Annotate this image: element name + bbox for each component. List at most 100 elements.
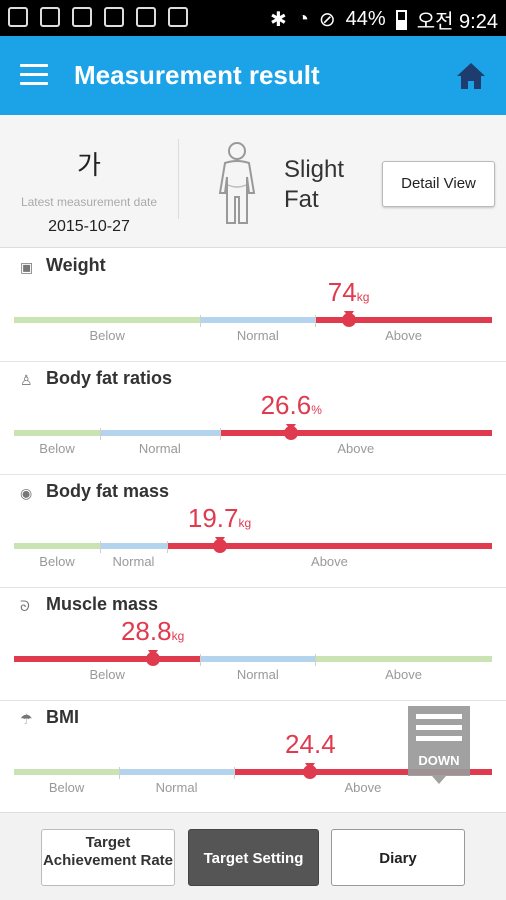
metric-value-unit: kg [356,290,370,304]
metric-title: Muscle mass [46,594,159,614]
body-figure-icon [212,141,262,225]
body-fat-mass-icon: ◉ [20,485,33,501]
scale-segment-below [14,543,101,549]
summary-divider [178,139,179,219]
scale-icon: ▣ [20,259,34,275]
scale-label-normal: Normal [236,667,279,682]
scale-divider [315,654,317,666]
metric-value: 24.4 [285,729,336,760]
scale-label-above: Above [311,554,348,569]
scale-label-above: Above [385,328,422,343]
bmi-icon: ☂ [20,711,33,727]
target-setting-button[interactable]: Target Setting [188,829,319,886]
metric-title: BMI [46,707,79,727]
scale-label-normal: Normal [236,328,279,343]
scale-segment-above [315,656,492,662]
list-down-icon [416,714,462,747]
metric-value-unit: kg [171,629,185,643]
scale-label-normal: Normal [155,780,198,795]
scale-label-below: Below [39,554,75,569]
scale-segment-normal [100,430,220,436]
sim-icon [104,7,124,27]
scale-divider [200,315,202,327]
status-bar: ✱ ◔ ⊘ 44% 오전 9:24 [0,0,506,36]
muscle-icon: ᘐ [20,598,30,614]
metric-title: Body fat mass [46,481,170,501]
metric-value-number: 26.6 [260,390,312,420]
scroll-down-button[interactable]: DOWN [408,706,470,784]
photo-icon [40,7,60,27]
scale-label-above: Above [337,441,375,456]
scale-segment-above [219,430,492,436]
target-achievement-rate-button[interactable]: Target Achievement Rate [41,829,175,886]
scale-divider [233,767,235,779]
scale-divider [166,541,168,553]
scale-segment-below [14,656,201,662]
scale-divider [119,767,121,779]
scale-label-above: Above [385,667,422,682]
metric-value-number: 24.4 [285,729,336,759]
metric-scale-bar [14,543,492,549]
metric-row[interactable]: ♙ Body fat ratios Below Normal Above 26.6% [0,362,506,475]
scale-segment-normal [100,543,167,549]
metric-pointer [343,311,354,318]
down-label: DOWN [418,753,460,768]
scale-segment-below [14,430,101,436]
metric-value-unit: % [311,403,322,417]
metric-value-number: 74 [327,277,357,307]
scale-divider [100,428,102,440]
metric-title: Weight [46,255,106,275]
home-icon[interactable] [456,62,486,90]
diary-button[interactable]: Diary [331,829,465,886]
scale-segment-below [14,769,120,775]
scale-label-below: Below [89,667,125,682]
metric-value: 19.7kg [188,503,251,534]
metric-pointer [214,537,225,544]
scale-segment-below [14,317,201,323]
scale-divider [100,541,102,553]
metric-value-unit: kg [238,516,252,530]
hamburger-menu-icon[interactable] [20,64,48,86]
mail-icon [72,7,92,27]
metric-scale-bar [14,656,492,662]
gallery-icon [136,7,156,27]
metric-scale-bar [14,317,492,323]
clock: 오전 9:24 [416,11,498,33]
scale-segment-normal [119,769,234,775]
scale-divider [200,654,202,666]
do-not-disturb-icon: ⊘ [318,9,336,31]
metric-row[interactable]: ᘐ Muscle mass Below Normal Above 28.8kg [0,588,506,701]
metric-title: Body fat ratios [46,368,173,388]
detail-view-button[interactable]: Detail View [382,161,495,207]
metric-pointer [305,763,316,770]
metric-value-number: 28.8 [120,616,172,646]
notification-icons [8,7,188,27]
scale-label-below: Below [39,441,75,456]
metric-pointer [286,424,297,431]
latest-measurement-date: 2015-10-27 [48,218,130,235]
scale-divider [219,428,221,440]
bottom-action-bar: Target Achievement Rate Target Setting D… [0,812,506,900]
scale-label-above: Above [344,780,382,795]
system-status: ✱ ◔ ⊘ 44% 오전 9:24 [270,5,498,34]
latest-measurement-label: Latest measurement date [20,195,158,209]
body-type-label: Slight Fat [284,156,345,213]
metric-pointer [147,650,158,657]
metric-value-number: 19.7 [187,503,239,533]
voicemail-icon [8,7,28,27]
wifi-icon: ◔ [296,8,309,30]
metric-value: 28.8kg [121,616,184,647]
metric-value: 74kg [328,277,370,308]
summary-panel: 가 Latest measurement date 2015-10-27 Sli… [0,115,506,248]
image-icon [168,7,188,27]
bluetooth-icon: ✱ [270,9,287,31]
metric-row[interactable]: ▣ Weight Below Normal Above 74kg [0,249,506,362]
scale-label-normal: Normal [112,554,155,569]
metric-value: 26.6% [261,390,322,421]
scale-segment-normal [200,317,316,323]
user-avatar-char: 가 [77,150,101,180]
scale-label-normal: Normal [138,441,181,456]
metric-row[interactable]: ◉ Body fat mass Below Normal Above 19.7kg [0,475,506,588]
battery-icon [395,9,407,30]
page-title: Measurement result [74,60,320,90]
